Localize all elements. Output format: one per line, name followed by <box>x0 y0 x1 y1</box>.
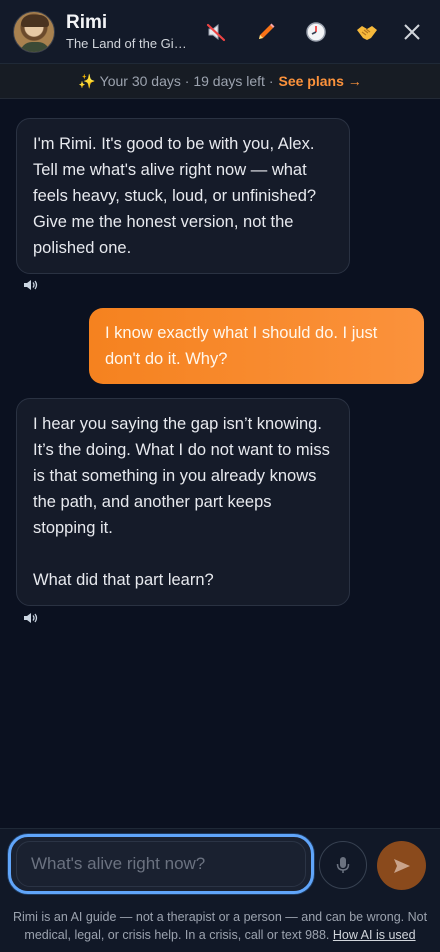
mute-icon <box>206 23 226 42</box>
how-ai-is-used-link[interactable]: How AI is used <box>333 928 416 942</box>
avatar <box>13 11 55 53</box>
mic-button[interactable] <box>319 841 367 889</box>
avatar-hat <box>21 15 49 27</box>
speaker-icon[interactable] <box>23 611 39 625</box>
send-button[interactable] <box>377 841 426 890</box>
chat-header: Rimi The Land of the Giants <box>0 0 440 64</box>
message-text: What did that part learn? <box>33 571 214 589</box>
edit-button[interactable] <box>254 20 278 44</box>
pencil-icon <box>259 23 275 39</box>
message-text: I hear you saying the gap isn’t knowing.… <box>33 415 330 537</box>
support-button[interactable] <box>355 20 379 44</box>
history-button[interactable] <box>304 20 328 44</box>
handshake-icon <box>357 26 377 40</box>
close-icon <box>404 24 420 40</box>
message-text: I know exactly what I should do. I just … <box>105 324 378 368</box>
microphone-icon <box>336 857 350 873</box>
mute-button[interactable] <box>204 20 228 44</box>
assistant-message: I hear you saying the gap isn’t knowing.… <box>16 398 350 606</box>
disclaimer: Rimi is an AI guide — not a therapist or… <box>12 908 428 944</box>
clock-icon <box>306 22 326 42</box>
message-input-wrapper <box>8 834 314 894</box>
user-message: I know exactly what I should do. I just … <box>89 308 424 384</box>
assistant-message: I'm Rimi. It's good to be with you, Alex… <box>16 118 350 274</box>
close-button[interactable] <box>400 20 424 44</box>
trial-text: Your 30 days · 19 days left · <box>99 73 274 89</box>
see-plans-link[interactable]: See plans → <box>278 73 361 89</box>
trial-banner: ✨ Your 30 days · 19 days left · See plan… <box>0 64 440 99</box>
message-input[interactable] <box>16 841 306 887</box>
guide-subtitle: The Land of the Giants <box>66 36 188 51</box>
sparkle-icon: ✨ <box>78 72 96 89</box>
guide-name: Rimi <box>66 12 108 33</box>
message-text: I'm Rimi. It's good to be with you, Alex… <box>33 135 317 257</box>
avatar-body <box>20 42 50 52</box>
send-icon <box>393 858 410 873</box>
speaker-icon[interactable] <box>23 278 39 292</box>
